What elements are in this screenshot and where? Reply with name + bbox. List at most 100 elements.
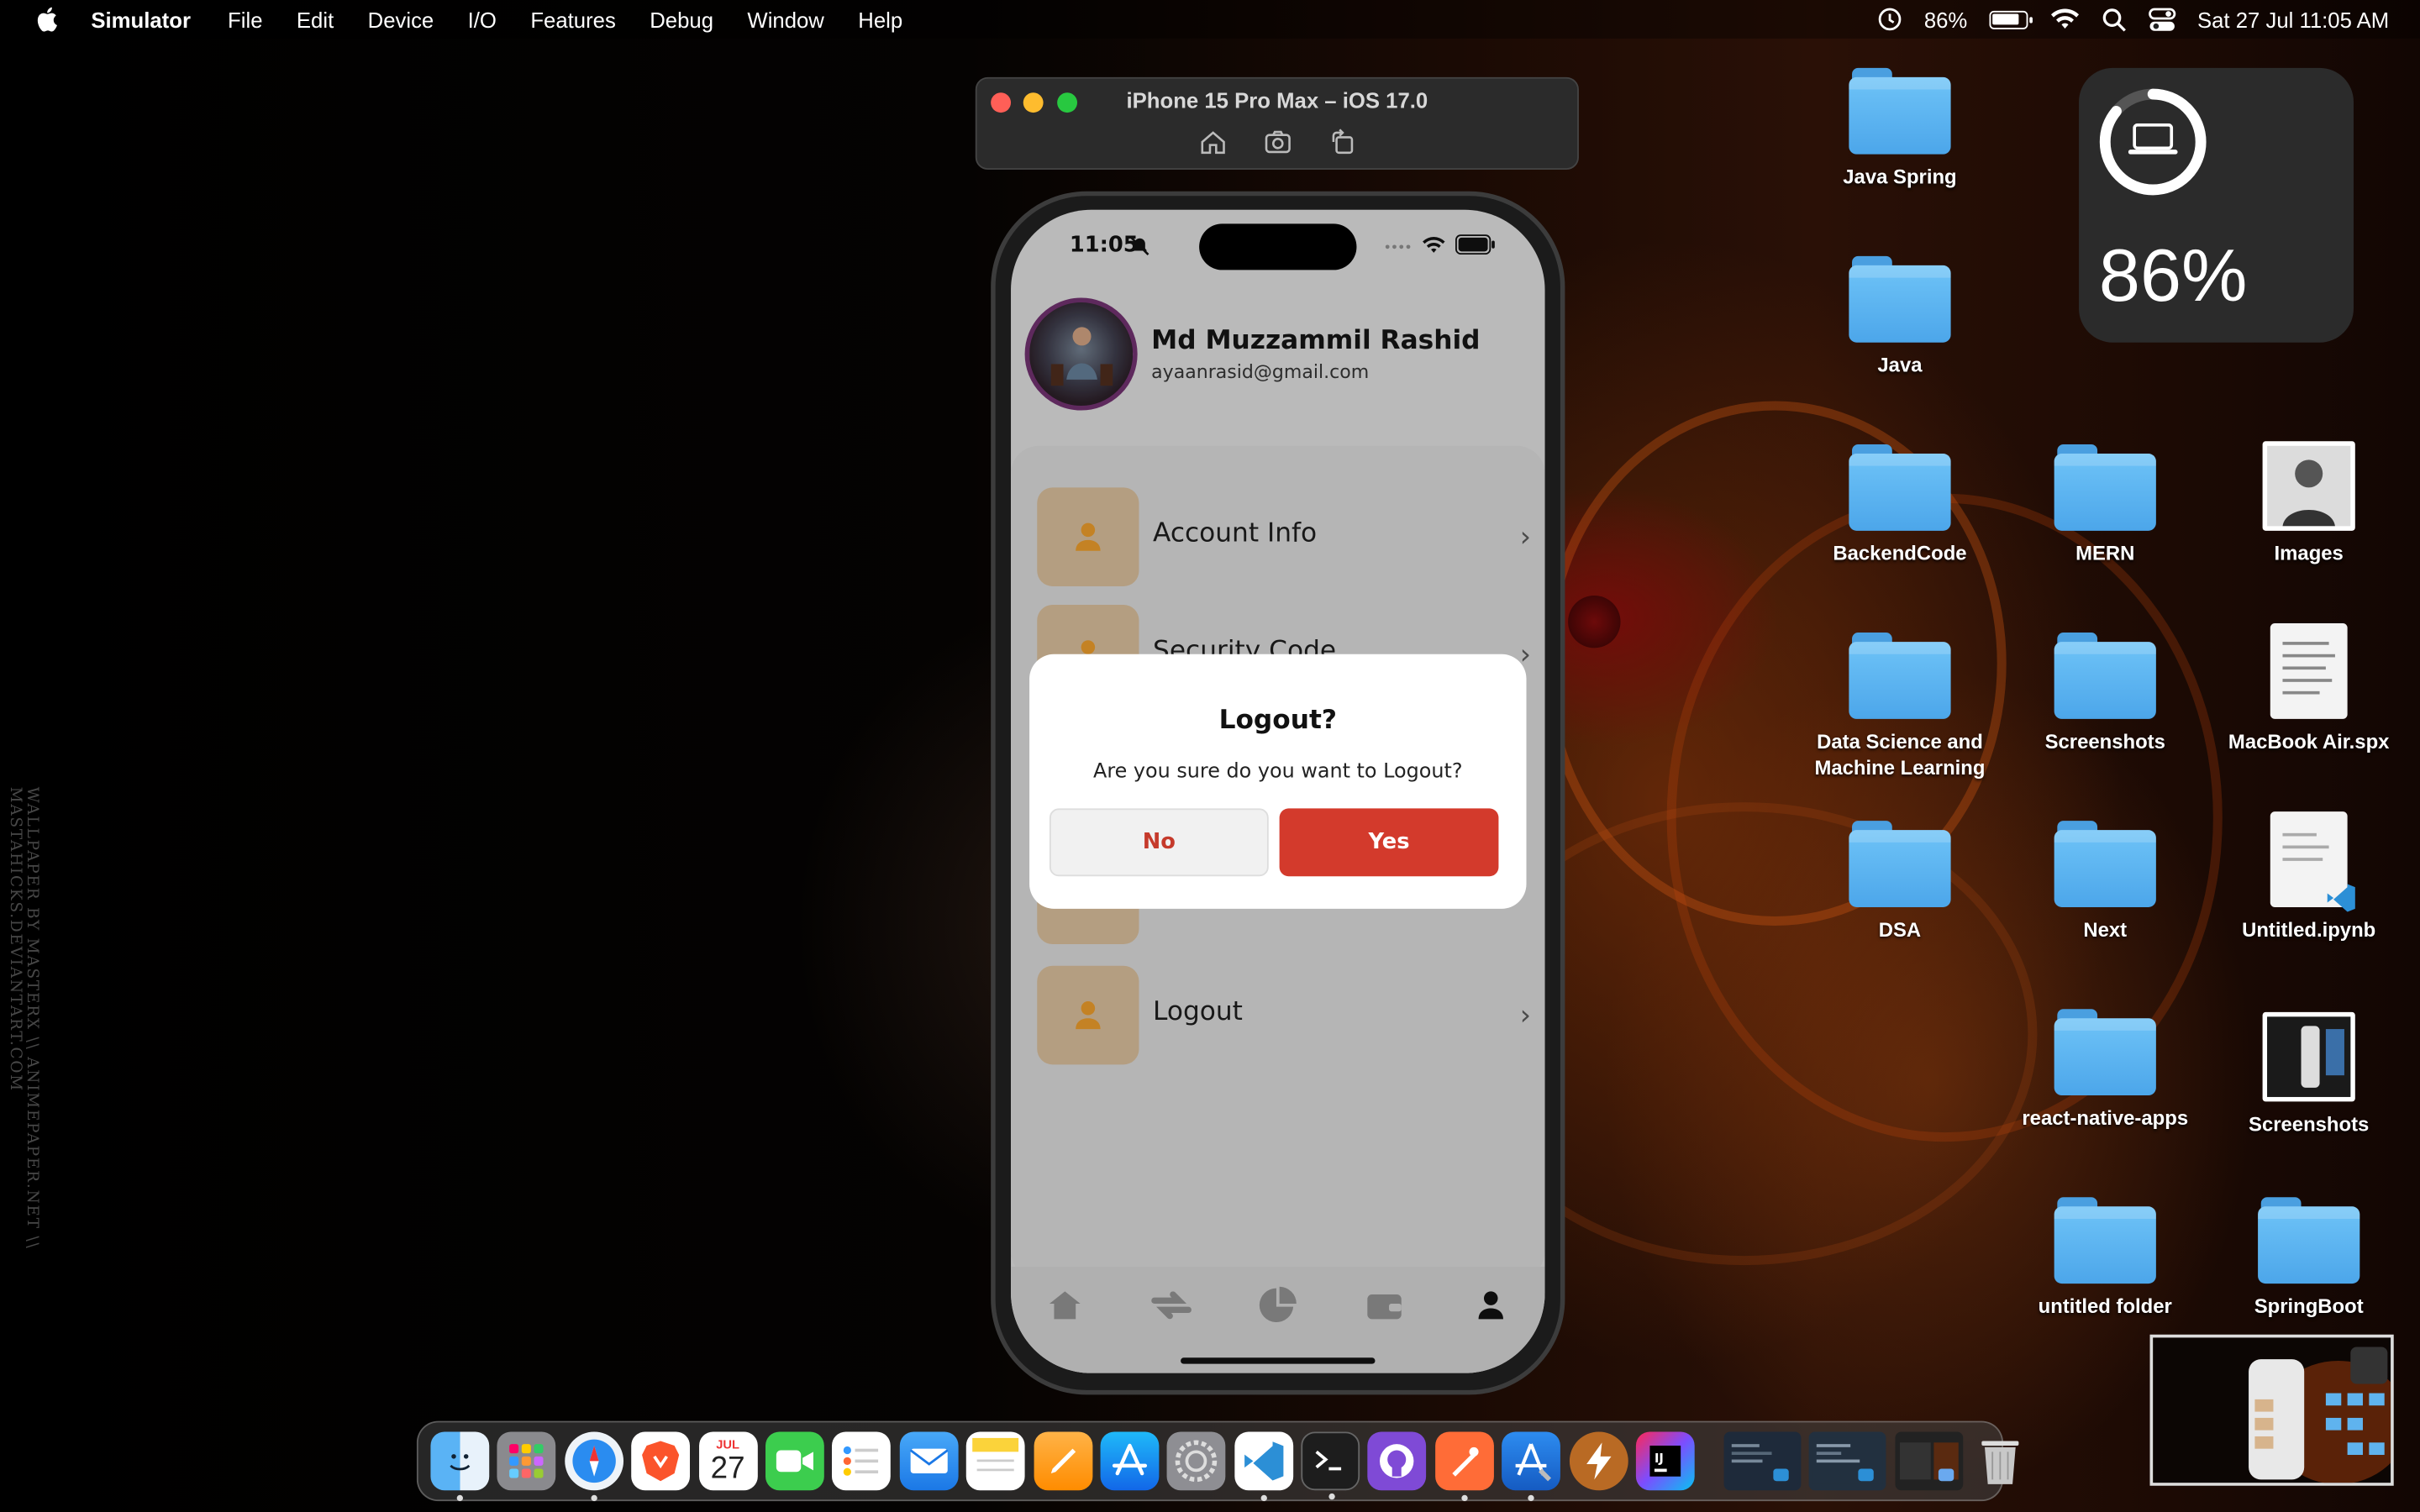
desktop-item-images[interactable]: Images (2208, 441, 2409, 566)
tab-wallet[interactable] (1361, 1282, 1407, 1328)
minimized-window-thumbnail[interactable] (1894, 1431, 1963, 1491)
menu-window[interactable]: Window (747, 7, 823, 31)
desktop-folder-backendcode[interactable]: BackendCode (1800, 444, 2001, 566)
safari-icon[interactable] (564, 1431, 623, 1502)
time-machine-icon[interactable] (1876, 6, 1902, 32)
spotlight-search-icon[interactable] (2102, 7, 2126, 31)
reeder-icon[interactable] (1569, 1431, 1628, 1491)
desktop-folder-next[interactable]: Next (2005, 821, 2206, 942)
battery-icon[interactable] (1989, 9, 2033, 29)
screenshot-icon[interactable] (1263, 128, 1291, 155)
home-icon (1049, 1291, 1080, 1320)
menu-row-account-info[interactable]: Account Info › (1037, 487, 1531, 589)
menu-debug[interactable]: Debug (650, 7, 713, 31)
desktop-icon-label: untitled folder (2038, 1294, 2172, 1318)
app-store-icon[interactable] (1100, 1431, 1160, 1491)
profile-name: Md Muzzammil Rashid (1151, 325, 1481, 357)
folder-icon (1849, 255, 1951, 343)
iphone-screen: 11:05 Md Muzzammil Rashid ayaanrasid@gma… (1011, 209, 1545, 1373)
menu-file[interactable]: File (228, 7, 262, 31)
control-center-icon[interactable] (2148, 7, 2175, 31)
tab-home[interactable] (1041, 1282, 1087, 1328)
menu-tile (1037, 487, 1139, 586)
menu-io[interactable]: I/O (468, 7, 497, 31)
desktop-folder-dsa[interactable]: DSA (1800, 821, 2001, 942)
calendar-icon[interactable]: JUL 27 (698, 1431, 758, 1491)
menu-row-logout[interactable]: Logout › (1037, 965, 1532, 1068)
wifi-icon[interactable] (2049, 8, 2081, 31)
desktop-file-untitled-ipynb[interactable]: Untitled.ipynb (2208, 811, 2409, 942)
desktop-file-macbook-air-spx[interactable]: MacBook Air.spx (2208, 623, 2409, 754)
intellij-icon[interactable]: IJ (1635, 1431, 1695, 1491)
desktop-folder-mern[interactable]: MERN (2005, 444, 2206, 566)
transfer-icon (1150, 1291, 1192, 1320)
screenshot-preview-thumbnail[interactable] (2149, 1334, 2394, 1486)
github-desktop-icon[interactable] (1368, 1431, 1427, 1491)
menu-app-name[interactable]: Simulator (91, 7, 191, 31)
folder-icon (2054, 444, 2156, 531)
tab-stats[interactable] (1255, 1282, 1301, 1328)
xcode-icon[interactable] (1502, 1431, 1561, 1502)
menu-help[interactable]: Help (858, 7, 902, 31)
screenshot-thumbnail-icon (2262, 1011, 2355, 1102)
document-icon (2270, 623, 2348, 719)
notes-icon[interactable] (966, 1431, 1025, 1491)
pages-icon[interactable] (1033, 1431, 1092, 1491)
folder-icon (1849, 444, 1951, 531)
menu-clock[interactable]: Sat 27 Jul 11:05 AM (2197, 7, 2389, 31)
profile-email: ayaanrasid@gmail.com (1151, 360, 1370, 383)
menu-device[interactable]: Device (368, 7, 434, 31)
menu-edit[interactable]: Edit (297, 7, 334, 31)
facetime-icon[interactable] (765, 1431, 824, 1491)
postman-icon[interactable] (1434, 1431, 1494, 1502)
system-settings-icon[interactable] (1167, 1431, 1226, 1491)
calendar-day: 27 (710, 1451, 745, 1485)
folder-icon (2054, 1197, 2156, 1284)
tab-transfer[interactable] (1148, 1282, 1194, 1328)
desktop-folder-screenshots[interactable]: Screenshots (2005, 633, 2206, 754)
desktop-icon-label: MERN (2075, 541, 2135, 565)
vscode-icon[interactable] (1234, 1431, 1293, 1502)
desktop-item-screenshots-image[interactable]: Screenshots (2208, 1011, 2409, 1137)
desktop-folder-java[interactable]: Java (1800, 255, 2001, 378)
profile-avatar[interactable] (1024, 297, 1138, 411)
dock: JUL 27 IJ (416, 1420, 2019, 1502)
minimized-window-thumbnail[interactable] (1723, 1431, 1802, 1491)
logout-dialog: Logout? Are you sure do you want to Logo… (1029, 654, 1527, 909)
apple-logo-icon[interactable] (34, 6, 58, 32)
reminders-icon[interactable] (832, 1431, 892, 1491)
widget-battery-percent: 86% (2098, 236, 2248, 318)
terminal-icon[interactable] (1301, 1431, 1360, 1500)
no-button[interactable]: No (1049, 808, 1269, 877)
status-bar-icons (1385, 234, 1496, 255)
wifi-icon (1423, 236, 1445, 252)
desktop-folder-react-native-apps[interactable]: react-native-apps (2005, 1009, 2206, 1131)
home-icon[interactable] (1198, 128, 1226, 155)
simulator-window-titlebar[interactable]: iPhone 15 Pro Max – iOS 17.0 (975, 76, 1579, 171)
wallpaper-watermark: WALLPAPER BY MASTERX \\ ANIMEPAPER.NET \… (6, 786, 40, 1250)
desktop-folder-data-science[interactable]: Data Science and Machine Learning (1800, 633, 2001, 780)
folder-icon (1849, 67, 1951, 155)
desktop-folder-springboot[interactable]: SpringBoot (2208, 1197, 2409, 1319)
home-indicator[interactable] (1181, 1357, 1376, 1364)
mail-icon[interactable] (899, 1431, 959, 1491)
minimized-window-thumbnail[interactable] (1808, 1431, 1886, 1491)
battery-percent: 86% (1923, 7, 1968, 32)
folder-icon (2258, 1197, 2360, 1284)
trash-icon[interactable] (1970, 1431, 2029, 1490)
tab-profile[interactable] (1468, 1282, 1514, 1328)
launchpad-icon[interactable] (497, 1431, 556, 1491)
brave-icon[interactable] (631, 1431, 691, 1491)
finder-icon[interactable] (430, 1431, 490, 1502)
chevron-right-icon: › (1519, 1000, 1532, 1032)
battery-widget[interactable]: 86% (2079, 67, 2354, 343)
desktop-folder-java-spring[interactable]: Java Spring (1800, 67, 2001, 190)
desktop-folder-untitled-folder[interactable]: untitled folder (2005, 1197, 2206, 1319)
desktop-icon-label: Java Spring (1843, 165, 1957, 189)
menu-features[interactable]: Features (530, 7, 615, 31)
folder-icon (2054, 821, 2156, 907)
wallpaper-eye (1568, 595, 1621, 648)
yes-button[interactable]: Yes (1279, 808, 1499, 877)
rotate-icon[interactable] (1328, 128, 1355, 155)
user-icon (1076, 522, 1101, 551)
